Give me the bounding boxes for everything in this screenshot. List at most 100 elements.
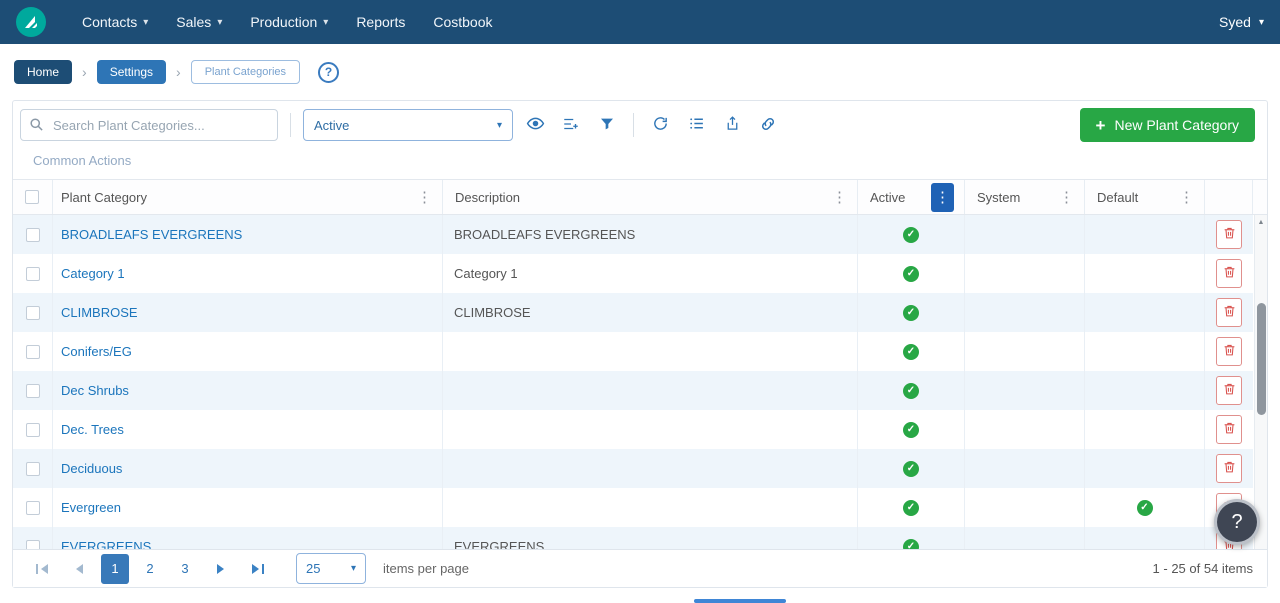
- add-column-button[interactable]: [557, 111, 585, 139]
- nav-item-reports[interactable]: Reports: [356, 14, 405, 30]
- floating-help-button[interactable]: ?: [1214, 499, 1260, 545]
- nav-item-production[interactable]: Production ▾: [250, 14, 328, 30]
- active-check-icon: ✓: [903, 500, 919, 516]
- row-checkbox[interactable]: [26, 423, 40, 437]
- plant-category-cell: CLIMBROSE: [53, 293, 443, 332]
- row-checkbox[interactable]: [26, 228, 40, 242]
- plant-category-link[interactable]: BROADLEAFS EVERGREENS: [61, 227, 242, 242]
- plant-category-cell: Conifers/EG: [53, 332, 443, 371]
- refresh-button[interactable]: [646, 111, 674, 139]
- top-nav: Contacts ▾ Sales ▾ Production ▾ Reports …: [0, 0, 1280, 44]
- table-body: ▲ BROADLEAFS EVERGREENS BROADLEAFS EVERG…: [13, 215, 1267, 549]
- plant-category-link[interactable]: Evergreen: [61, 500, 121, 515]
- system-cell: [965, 332, 1085, 371]
- scrollbar-thumb[interactable]: [1257, 303, 1266, 415]
- column-label: Default: [1097, 190, 1138, 205]
- eye-icon: [526, 114, 545, 136]
- first-page-button[interactable]: [27, 554, 57, 584]
- row-checkbox[interactable]: [26, 540, 40, 550]
- delete-button[interactable]: [1216, 454, 1242, 483]
- row-checkbox[interactable]: [26, 384, 40, 398]
- active-cell: ✓: [858, 449, 965, 488]
- system-cell: [965, 410, 1085, 449]
- plant-category-link[interactable]: EVERGREENS: [61, 539, 151, 549]
- plant-category-link[interactable]: Dec. Trees: [61, 422, 124, 437]
- plant-category-cell: Deciduous: [53, 449, 443, 488]
- column-menu-icon[interactable]: ⋮: [1179, 190, 1194, 205]
- nav-item-sales[interactable]: Sales ▾: [176, 14, 222, 30]
- system-cell: [965, 449, 1085, 488]
- link-button[interactable]: [754, 111, 782, 139]
- help-icon[interactable]: ?: [318, 62, 339, 83]
- row-checkbox[interactable]: [26, 267, 40, 281]
- description-cell: [443, 332, 858, 371]
- plant-category-link[interactable]: Dec Shrubs: [61, 383, 129, 398]
- app-logo[interactable]: [16, 7, 46, 37]
- column-header-description: Description ⋮: [443, 180, 858, 214]
- active-check-icon: ✓: [903, 539, 919, 550]
- delete-button[interactable]: [1216, 259, 1242, 288]
- common-actions-link[interactable]: Common Actions: [13, 149, 1267, 179]
- page-button-3[interactable]: 3: [171, 554, 199, 584]
- column-menu-icon-active[interactable]: ⋮: [931, 183, 954, 212]
- row-checkbox[interactable]: [26, 501, 40, 515]
- column-menu-icon[interactable]: ⋮: [832, 190, 847, 205]
- filter-button[interactable]: [593, 111, 621, 139]
- active-check-icon: ✓: [903, 383, 919, 399]
- list-view-button[interactable]: [682, 111, 710, 139]
- last-page-button[interactable]: [243, 554, 273, 584]
- row-checkbox[interactable]: [26, 306, 40, 320]
- actions-cell: [1205, 215, 1253, 254]
- trash-icon: [1223, 226, 1236, 243]
- active-cell: ✓: [858, 488, 965, 527]
- page-size-select[interactable]: 25 ▾: [296, 553, 366, 584]
- active-cell: ✓: [858, 371, 965, 410]
- status-filter-select[interactable]: Active ▾: [303, 109, 513, 141]
- active-check-icon: ✓: [903, 344, 919, 360]
- plant-category-link[interactable]: CLIMBROSE: [61, 305, 138, 320]
- breadcrumb-home[interactable]: Home: [14, 60, 72, 84]
- breadcrumb-plant-categories[interactable]: Plant Categories: [191, 60, 300, 84]
- system-cell: [965, 254, 1085, 293]
- chevron-down-icon: ▾: [323, 17, 328, 28]
- select-all-checkbox[interactable]: [25, 190, 39, 204]
- new-plant-category-button[interactable]: + New Plant Category: [1080, 108, 1255, 142]
- actions-cell: [1205, 332, 1253, 371]
- plant-category-cell: Dec. Trees: [53, 410, 443, 449]
- nav-item-costbook[interactable]: Costbook: [433, 14, 492, 30]
- column-menu-icon[interactable]: ⋮: [417, 190, 432, 205]
- plant-category-link[interactable]: Deciduous: [61, 461, 122, 476]
- scroll-up-icon[interactable]: ▲: [1255, 215, 1267, 226]
- delete-button[interactable]: [1216, 298, 1242, 327]
- column-label: Active: [870, 190, 905, 205]
- table-row: Category 1 Category 1 ✓ ✓: [13, 254, 1253, 293]
- active-check-icon: ✓: [903, 305, 919, 321]
- search-input[interactable]: [20, 109, 278, 141]
- vertical-scrollbar[interactable]: ▲: [1254, 215, 1267, 549]
- nav-item-label: Reports: [356, 14, 405, 30]
- horizontal-scrollbar-thumb[interactable]: [694, 599, 786, 603]
- row-checkbox-cell: [13, 293, 53, 332]
- next-page-button[interactable]: [206, 554, 236, 584]
- delete-button[interactable]: [1216, 337, 1242, 366]
- default-cell: ✓: [1085, 449, 1205, 488]
- page-button-2[interactable]: 2: [136, 554, 164, 584]
- export-button[interactable]: [718, 111, 746, 139]
- nav-item-contacts[interactable]: Contacts ▾: [82, 14, 148, 30]
- plus-icon: +: [1096, 117, 1106, 134]
- breadcrumb-settings[interactable]: Settings: [97, 60, 166, 84]
- row-checkbox-cell: [13, 332, 53, 371]
- delete-button[interactable]: [1216, 415, 1242, 444]
- plant-category-link[interactable]: Category 1: [61, 266, 125, 281]
- row-checkbox[interactable]: [26, 462, 40, 476]
- row-checkbox[interactable]: [26, 345, 40, 359]
- view-columns-button[interactable]: [521, 111, 549, 139]
- plant-category-link[interactable]: Conifers/EG: [61, 344, 132, 359]
- previous-page-button[interactable]: [64, 554, 94, 584]
- user-menu[interactable]: Syed ▾: [1219, 14, 1264, 30]
- breadcrumb-separator-icon: ›: [176, 64, 181, 80]
- page-button-1[interactable]: 1: [101, 554, 129, 584]
- delete-button[interactable]: [1216, 220, 1242, 249]
- column-menu-icon[interactable]: ⋮: [1059, 190, 1074, 205]
- delete-button[interactable]: [1216, 376, 1242, 405]
